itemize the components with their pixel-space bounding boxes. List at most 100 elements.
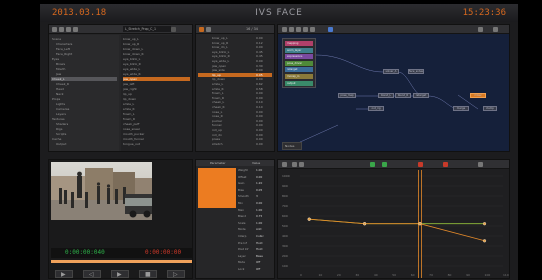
tree-item[interactable]: Cameras xyxy=(51,107,117,111)
channel-row[interactable]: funnel 0.00 xyxy=(198,123,272,127)
channel-row[interactable]: press 0.00 xyxy=(198,137,272,141)
graph-node[interactable]: blend_R xyxy=(395,93,411,98)
clip-item[interactable]: brow_up_L xyxy=(123,37,190,41)
attribute-value[interactable]: 1.20 xyxy=(256,181,262,185)
keyframe-point[interactable] xyxy=(363,222,367,226)
attribute-value[interactable]: 1.00 xyxy=(256,168,262,172)
add-channel-icon[interactable] xyxy=(199,27,204,32)
graph-node[interactable]: solver_A xyxy=(383,69,399,74)
key-icon[interactable] xyxy=(282,162,287,167)
keyframe-point[interactable] xyxy=(307,217,311,221)
filter-icon[interactable] xyxy=(206,27,211,32)
red-channel-icon[interactable] xyxy=(418,162,423,167)
tree-item[interactable]: Lights xyxy=(51,102,117,106)
graph-node[interactable]: blend_L xyxy=(378,93,394,98)
graph-node[interactable]: merge xyxy=(453,106,469,111)
channel-row[interactable]: brow_up_R 0.12 xyxy=(198,41,272,45)
channel-row[interactable]: brow_up_L 0.00 xyxy=(198,36,272,40)
tree-item[interactable]: Brows xyxy=(51,62,117,66)
tree-item[interactable]: Shaders xyxy=(51,122,117,126)
attribute-value[interactable]: 0.00 xyxy=(256,201,262,205)
channel-row[interactable]: cheek_R 0.10 xyxy=(198,105,272,109)
tree-item[interactable]: Layers xyxy=(51,112,117,116)
green-channel-icon[interactable] xyxy=(370,162,375,167)
tree-item[interactable]: Props xyxy=(51,97,117,101)
tree-item[interactable]: Scripts xyxy=(51,132,117,136)
attribute-value[interactable]: Base xyxy=(256,254,263,258)
attribute-value[interactable]: 3 xyxy=(256,194,258,198)
timeline-scrub-bar[interactable] xyxy=(51,260,192,263)
channel-row[interactable]: frown_L 0.00 xyxy=(198,91,272,95)
graph-node[interactable]: mixer xyxy=(470,93,486,98)
folder-icon[interactable] xyxy=(52,27,57,32)
clip-item[interactable]: brow_down_L xyxy=(123,47,190,51)
clip-item[interactable]: eye_wide_R xyxy=(123,72,190,76)
channel-row[interactable]: eye_wide_L 0.00 xyxy=(198,59,272,63)
graph-node[interactable]: pose_map xyxy=(338,93,356,98)
graph-node[interactable]: out_rig xyxy=(368,106,384,111)
channel-row[interactable]: roll_dn 0.00 xyxy=(198,133,272,137)
clip-item[interactable]: mouth_funnel xyxy=(123,137,190,141)
clip-item[interactable]: mouth_pucker xyxy=(123,132,190,136)
green-toggle-icon[interactable] xyxy=(382,162,387,167)
prev-key-icon[interactable] xyxy=(292,162,297,167)
tree-item[interactable]: Cheek_R xyxy=(51,82,117,86)
channel-row[interactable]: cheek_L 0.10 xyxy=(198,100,272,104)
refresh-icon[interactable] xyxy=(73,27,78,32)
keyframe-point[interactable] xyxy=(418,222,422,226)
attribute-value[interactable]: Hold xyxy=(256,241,262,245)
attribute-value[interactable]: Cubic xyxy=(256,234,264,238)
list-view-icon[interactable] xyxy=(59,27,64,32)
tree-item[interactable]: Face_Right xyxy=(51,52,117,56)
clip-item[interactable]: lip_up xyxy=(123,92,190,96)
keyframe-point[interactable] xyxy=(482,239,487,243)
attribute-value[interactable]: 0.00 xyxy=(256,175,262,179)
clip-item[interactable]: brow_up_R xyxy=(123,42,190,46)
red-toggle-icon[interactable] xyxy=(443,162,448,167)
tree-item[interactable]: Mouth xyxy=(51,67,117,71)
tree-item[interactable]: Output xyxy=(51,142,117,146)
clip-item[interactable]: eye_wide_L xyxy=(123,67,190,71)
channel-row[interactable]: jaw_open 0.30 xyxy=(198,64,272,68)
channel-row[interactable]: lip_down 0.00 xyxy=(198,77,272,81)
attribute-value[interactable]: 1.00 xyxy=(256,221,262,225)
curve-series-1[interactable] xyxy=(309,218,485,242)
tree-item[interactable]: Cheek_L xyxy=(51,77,117,81)
keyframe-point[interactable] xyxy=(482,222,487,226)
play-button[interactable]: ▶ xyxy=(111,270,129,278)
attribute-value[interactable]: 0.05 xyxy=(256,188,262,192)
step-back-button[interactable]: ◁ xyxy=(83,270,101,278)
channel-row[interactable]: jaw_side 0.00 xyxy=(198,68,272,72)
clip-item[interactable]: cheek_puff xyxy=(123,122,190,126)
tree-item[interactable]: Eyes xyxy=(51,57,117,61)
curve-chart[interactable]: 10009008007006005004003002001000 10 20 30 40… xyxy=(278,170,510,279)
step-forward-button[interactable]: ▷ xyxy=(167,270,185,278)
channel-row[interactable]: pucker 0.00 xyxy=(198,119,272,123)
clip-dropdown[interactable]: L_Stretch_Prop_C_1 xyxy=(123,26,171,32)
channel-row[interactable]: brow_dn_L 0.00 xyxy=(198,45,272,49)
clip-item[interactable]: jaw_right xyxy=(123,87,190,91)
clip-item[interactable]: eye_blink_L xyxy=(123,57,190,61)
tree-item[interactable]: Head xyxy=(51,87,117,91)
attribute-value[interactable]: Off xyxy=(256,260,260,264)
tree-item[interactable]: Jaw xyxy=(51,72,117,76)
next-key-icon[interactable] xyxy=(299,162,304,167)
attribute-value[interactable]: Add xyxy=(256,227,261,231)
channel-row[interactable]: eye_blink_R 0.45 xyxy=(198,54,272,58)
clip-item[interactable]: frown_R xyxy=(123,117,190,121)
clip-item[interactable]: smile_R xyxy=(123,107,190,111)
channel-row[interactable]: eye_blink_L 0.45 xyxy=(198,50,272,54)
grid-view-icon[interactable] xyxy=(66,27,71,32)
attribute-value[interactable]: Off xyxy=(256,267,260,271)
fit-view-icon[interactable] xyxy=(478,162,483,167)
graph-node[interactable]: retarget xyxy=(413,93,429,98)
channel-row[interactable]: stretch 0.00 xyxy=(198,142,272,146)
tree-item[interactable]: Rigs xyxy=(51,127,117,131)
clip-item[interactable]: jaw_left xyxy=(123,82,190,86)
channel-row[interactable]: smile_L 0.62 xyxy=(198,82,272,86)
clip-item[interactable]: eye_blink_R xyxy=(123,62,190,66)
clip-item[interactable]: frown_L xyxy=(123,112,190,116)
channel-row[interactable]: frown_R 0.00 xyxy=(198,96,272,100)
graph-node[interactable]: face_solver xyxy=(408,69,424,74)
clip-item[interactable]: tongue_out xyxy=(123,142,190,146)
